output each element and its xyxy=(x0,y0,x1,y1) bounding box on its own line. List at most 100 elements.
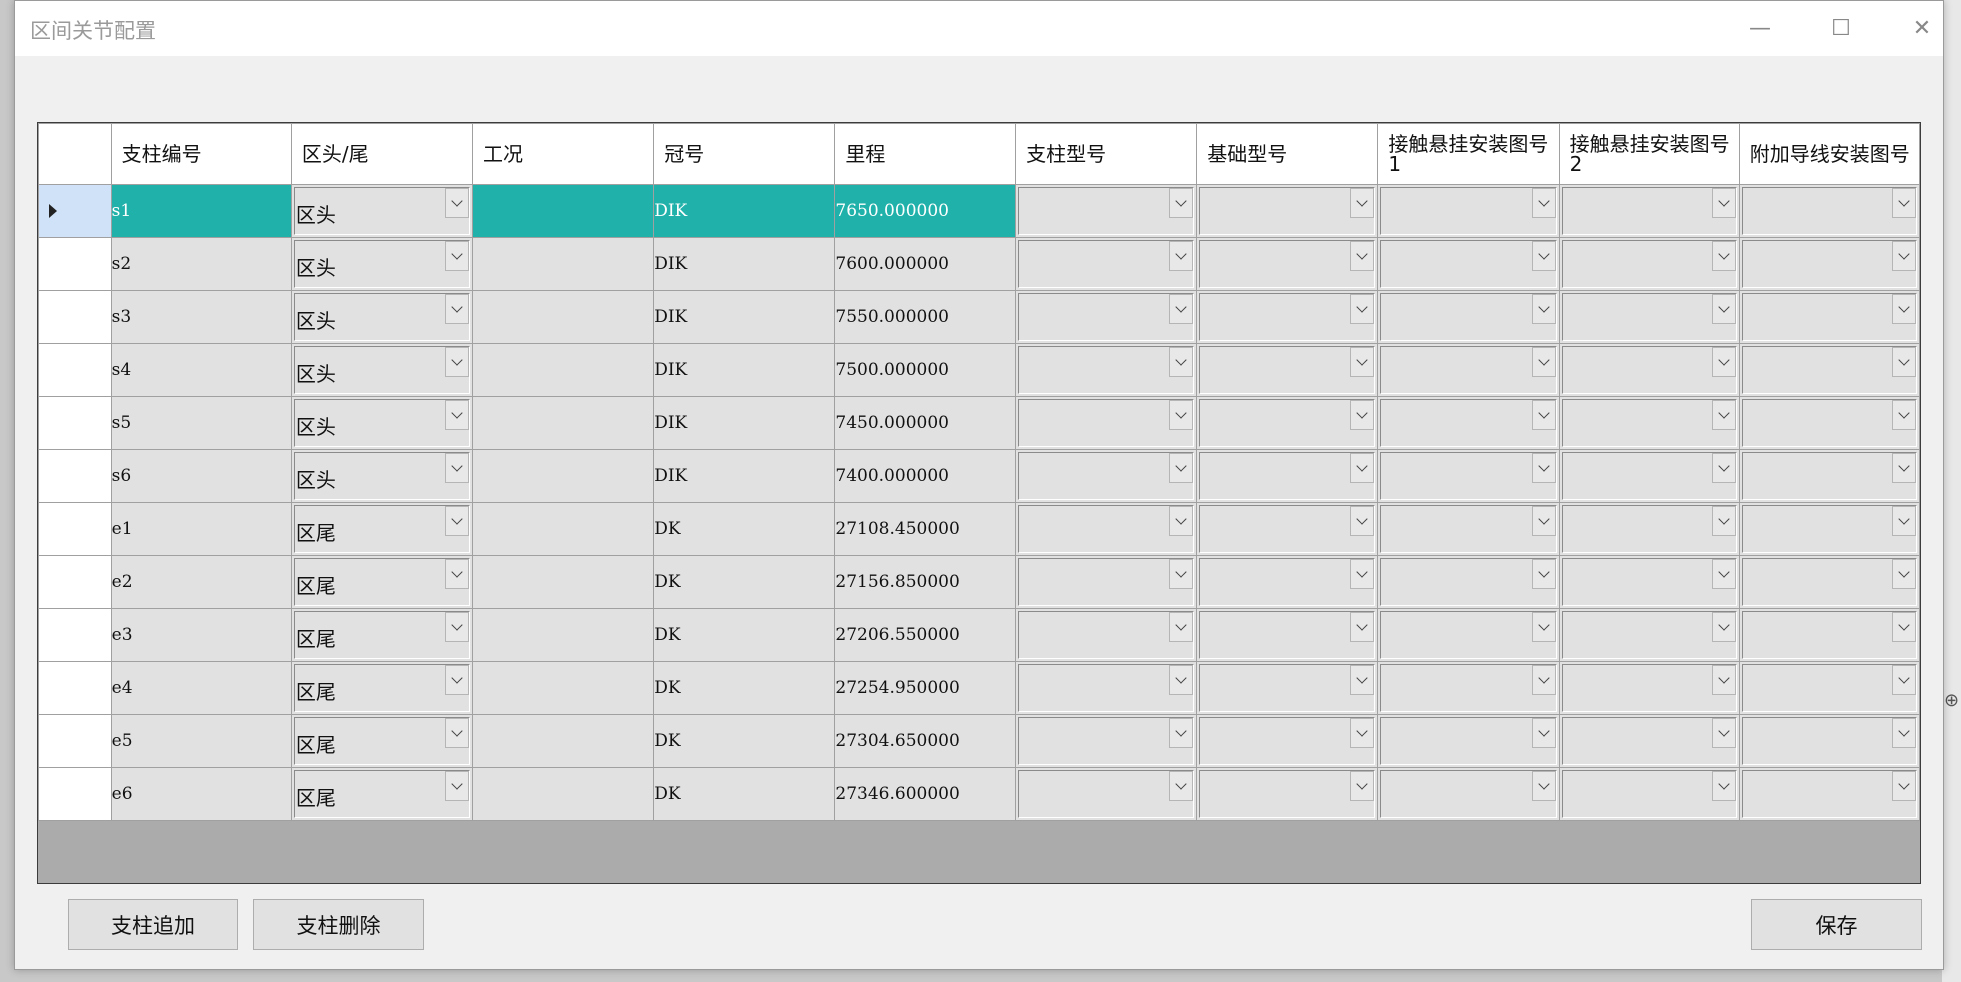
prefix-cell[interactable]: DIK xyxy=(653,343,836,397)
foundation-model-combo[interactable] xyxy=(1196,449,1379,503)
mileage-cell[interactable]: 7600.000000 xyxy=(834,237,1017,291)
chevron-down-icon[interactable] xyxy=(1892,506,1916,536)
pole-id-cell[interactable]: e3 xyxy=(110,608,292,662)
mileage-cell[interactable]: 7400.000000 xyxy=(834,449,1017,503)
foundation-model-combo[interactable] xyxy=(1196,237,1379,291)
chevron-down-icon[interactable] xyxy=(1350,559,1375,589)
chevron-down-icon[interactable] xyxy=(1350,506,1375,536)
chevron-down-icon[interactable] xyxy=(445,559,470,589)
chevron-down-icon[interactable] xyxy=(1711,771,1736,801)
extra-wire-drawing-combo[interactable] xyxy=(1738,396,1920,450)
foundation-model-combo[interactable] xyxy=(1196,555,1379,609)
mileage-cell[interactable]: 27108.450000 xyxy=(834,502,1017,556)
chevron-down-icon[interactable] xyxy=(1169,400,1194,430)
foundation-model-combo[interactable] xyxy=(1196,184,1379,238)
extra-wire-drawing-combo[interactable] xyxy=(1738,767,1920,821)
row-header[interactable] xyxy=(38,502,112,556)
condition-cell[interactable] xyxy=(472,449,655,503)
grid-corner-header[interactable] xyxy=(38,123,112,185)
chevron-down-icon[interactable] xyxy=(1531,188,1556,218)
column-header-pole-id[interactable]: 支柱编号 xyxy=(110,123,292,185)
catenary-drawing-2-combo[interactable] xyxy=(1558,502,1740,556)
column-header-mileage[interactable]: 里程 xyxy=(834,123,1017,185)
catenary-drawing-1-combo[interactable] xyxy=(1377,502,1560,556)
chevron-down-icon[interactable] xyxy=(1169,188,1194,218)
chevron-down-icon[interactable] xyxy=(1169,294,1194,324)
foundation-model-combo[interactable] xyxy=(1196,396,1379,450)
chevron-down-icon[interactable] xyxy=(1350,241,1375,271)
prefix-cell[interactable]: DK xyxy=(653,661,836,715)
chevron-down-icon[interactable] xyxy=(1531,453,1556,483)
column-header-catenary-drawing-1[interactable]: 接触悬挂安装图号1 xyxy=(1377,123,1560,185)
save-button[interactable]: 保存 xyxy=(1751,899,1922,950)
pole-id-cell[interactable]: s6 xyxy=(110,449,292,503)
pole-id-cell[interactable]: s5 xyxy=(110,396,292,450)
maximize-icon[interactable]: ☐ xyxy=(1801,1,1881,56)
chevron-down-icon[interactable] xyxy=(1711,188,1736,218)
column-header-extra-wire-drawing[interactable]: 附加导线安装图号 xyxy=(1738,123,1920,185)
end-combo[interactable]: 区尾 xyxy=(290,608,474,662)
chevron-down-icon[interactable] xyxy=(1350,347,1375,377)
table-row[interactable]: s5 区头 DIK 7450.000000 xyxy=(38,396,1920,450)
chevron-down-icon[interactable] xyxy=(1892,241,1916,271)
pole-id-cell[interactable]: e4 xyxy=(110,661,292,715)
row-header[interactable] xyxy=(38,449,112,503)
catenary-drawing-2-combo[interactable] xyxy=(1558,608,1740,662)
end-combo[interactable]: 区尾 xyxy=(290,714,474,768)
pole-model-combo[interactable] xyxy=(1015,502,1198,556)
chevron-down-icon[interactable] xyxy=(1892,665,1916,695)
chevron-down-icon[interactable] xyxy=(1169,665,1194,695)
chevron-down-icon[interactable] xyxy=(1892,294,1916,324)
column-header-foundation-model[interactable]: 基础型号 xyxy=(1196,123,1379,185)
pole-model-combo[interactable] xyxy=(1015,396,1198,450)
column-header-condition[interactable]: 工况 xyxy=(472,123,655,185)
extra-wire-drawing-combo[interactable] xyxy=(1738,714,1920,768)
chevron-down-icon[interactable] xyxy=(1350,771,1375,801)
pole-id-cell[interactable]: s4 xyxy=(110,343,292,397)
mileage-cell[interactable]: 7450.000000 xyxy=(834,396,1017,450)
pole-id-cell[interactable]: e5 xyxy=(110,714,292,768)
chevron-down-icon[interactable] xyxy=(445,771,470,801)
foundation-model-combo[interactable] xyxy=(1196,767,1379,821)
end-combo[interactable]: 区头 xyxy=(290,184,474,238)
chevron-down-icon[interactable] xyxy=(1169,453,1194,483)
chevron-down-icon[interactable] xyxy=(1711,294,1736,324)
chevron-down-icon[interactable] xyxy=(1711,241,1736,271)
catenary-drawing-2-combo[interactable] xyxy=(1558,555,1740,609)
prefix-cell[interactable]: DIK xyxy=(653,184,836,238)
pole-model-combo[interactable] xyxy=(1015,237,1198,291)
catenary-drawing-2-combo[interactable] xyxy=(1558,343,1740,397)
chevron-down-icon[interactable] xyxy=(1711,612,1736,642)
table-row[interactable]: e5 区尾 DK 27304.650000 xyxy=(38,714,1920,768)
chevron-down-icon[interactable] xyxy=(1169,559,1194,589)
minimize-icon[interactable]: — xyxy=(1720,1,1800,56)
foundation-model-combo[interactable] xyxy=(1196,343,1379,397)
pole-id-cell[interactable]: e2 xyxy=(110,555,292,609)
chevron-down-icon[interactable] xyxy=(1531,347,1556,377)
chevron-down-icon[interactable] xyxy=(445,718,470,748)
catenary-drawing-1-combo[interactable] xyxy=(1377,767,1560,821)
chevron-down-icon[interactable] xyxy=(1531,294,1556,324)
end-combo[interactable]: 区头 xyxy=(290,343,474,397)
pole-model-combo[interactable] xyxy=(1015,661,1198,715)
end-combo[interactable]: 区尾 xyxy=(290,661,474,715)
end-combo[interactable]: 区头 xyxy=(290,290,474,344)
row-header[interactable] xyxy=(38,396,112,450)
column-header-catenary-drawing-2[interactable]: 接触悬挂安装图号2 xyxy=(1558,123,1740,185)
chevron-down-icon[interactable] xyxy=(445,506,470,536)
catenary-drawing-2-combo[interactable] xyxy=(1558,396,1740,450)
foundation-model-combo[interactable] xyxy=(1196,502,1379,556)
chevron-down-icon[interactable] xyxy=(1169,718,1194,748)
chevron-down-icon[interactable] xyxy=(1711,559,1736,589)
table-row[interactable]: e1 区尾 DK 27108.450000 xyxy=(38,502,1920,556)
prefix-cell[interactable]: DK xyxy=(653,714,836,768)
mileage-cell[interactable]: 27346.600000 xyxy=(834,767,1017,821)
chevron-down-icon[interactable] xyxy=(1531,559,1556,589)
row-header[interactable] xyxy=(38,343,112,397)
row-header[interactable] xyxy=(38,608,112,662)
pole-id-cell[interactable]: s1 xyxy=(110,184,292,238)
catenary-drawing-2-combo[interactable] xyxy=(1558,184,1740,238)
chevron-down-icon[interactable] xyxy=(1711,665,1736,695)
chevron-down-icon[interactable] xyxy=(1531,612,1556,642)
chevron-down-icon[interactable] xyxy=(445,665,470,695)
